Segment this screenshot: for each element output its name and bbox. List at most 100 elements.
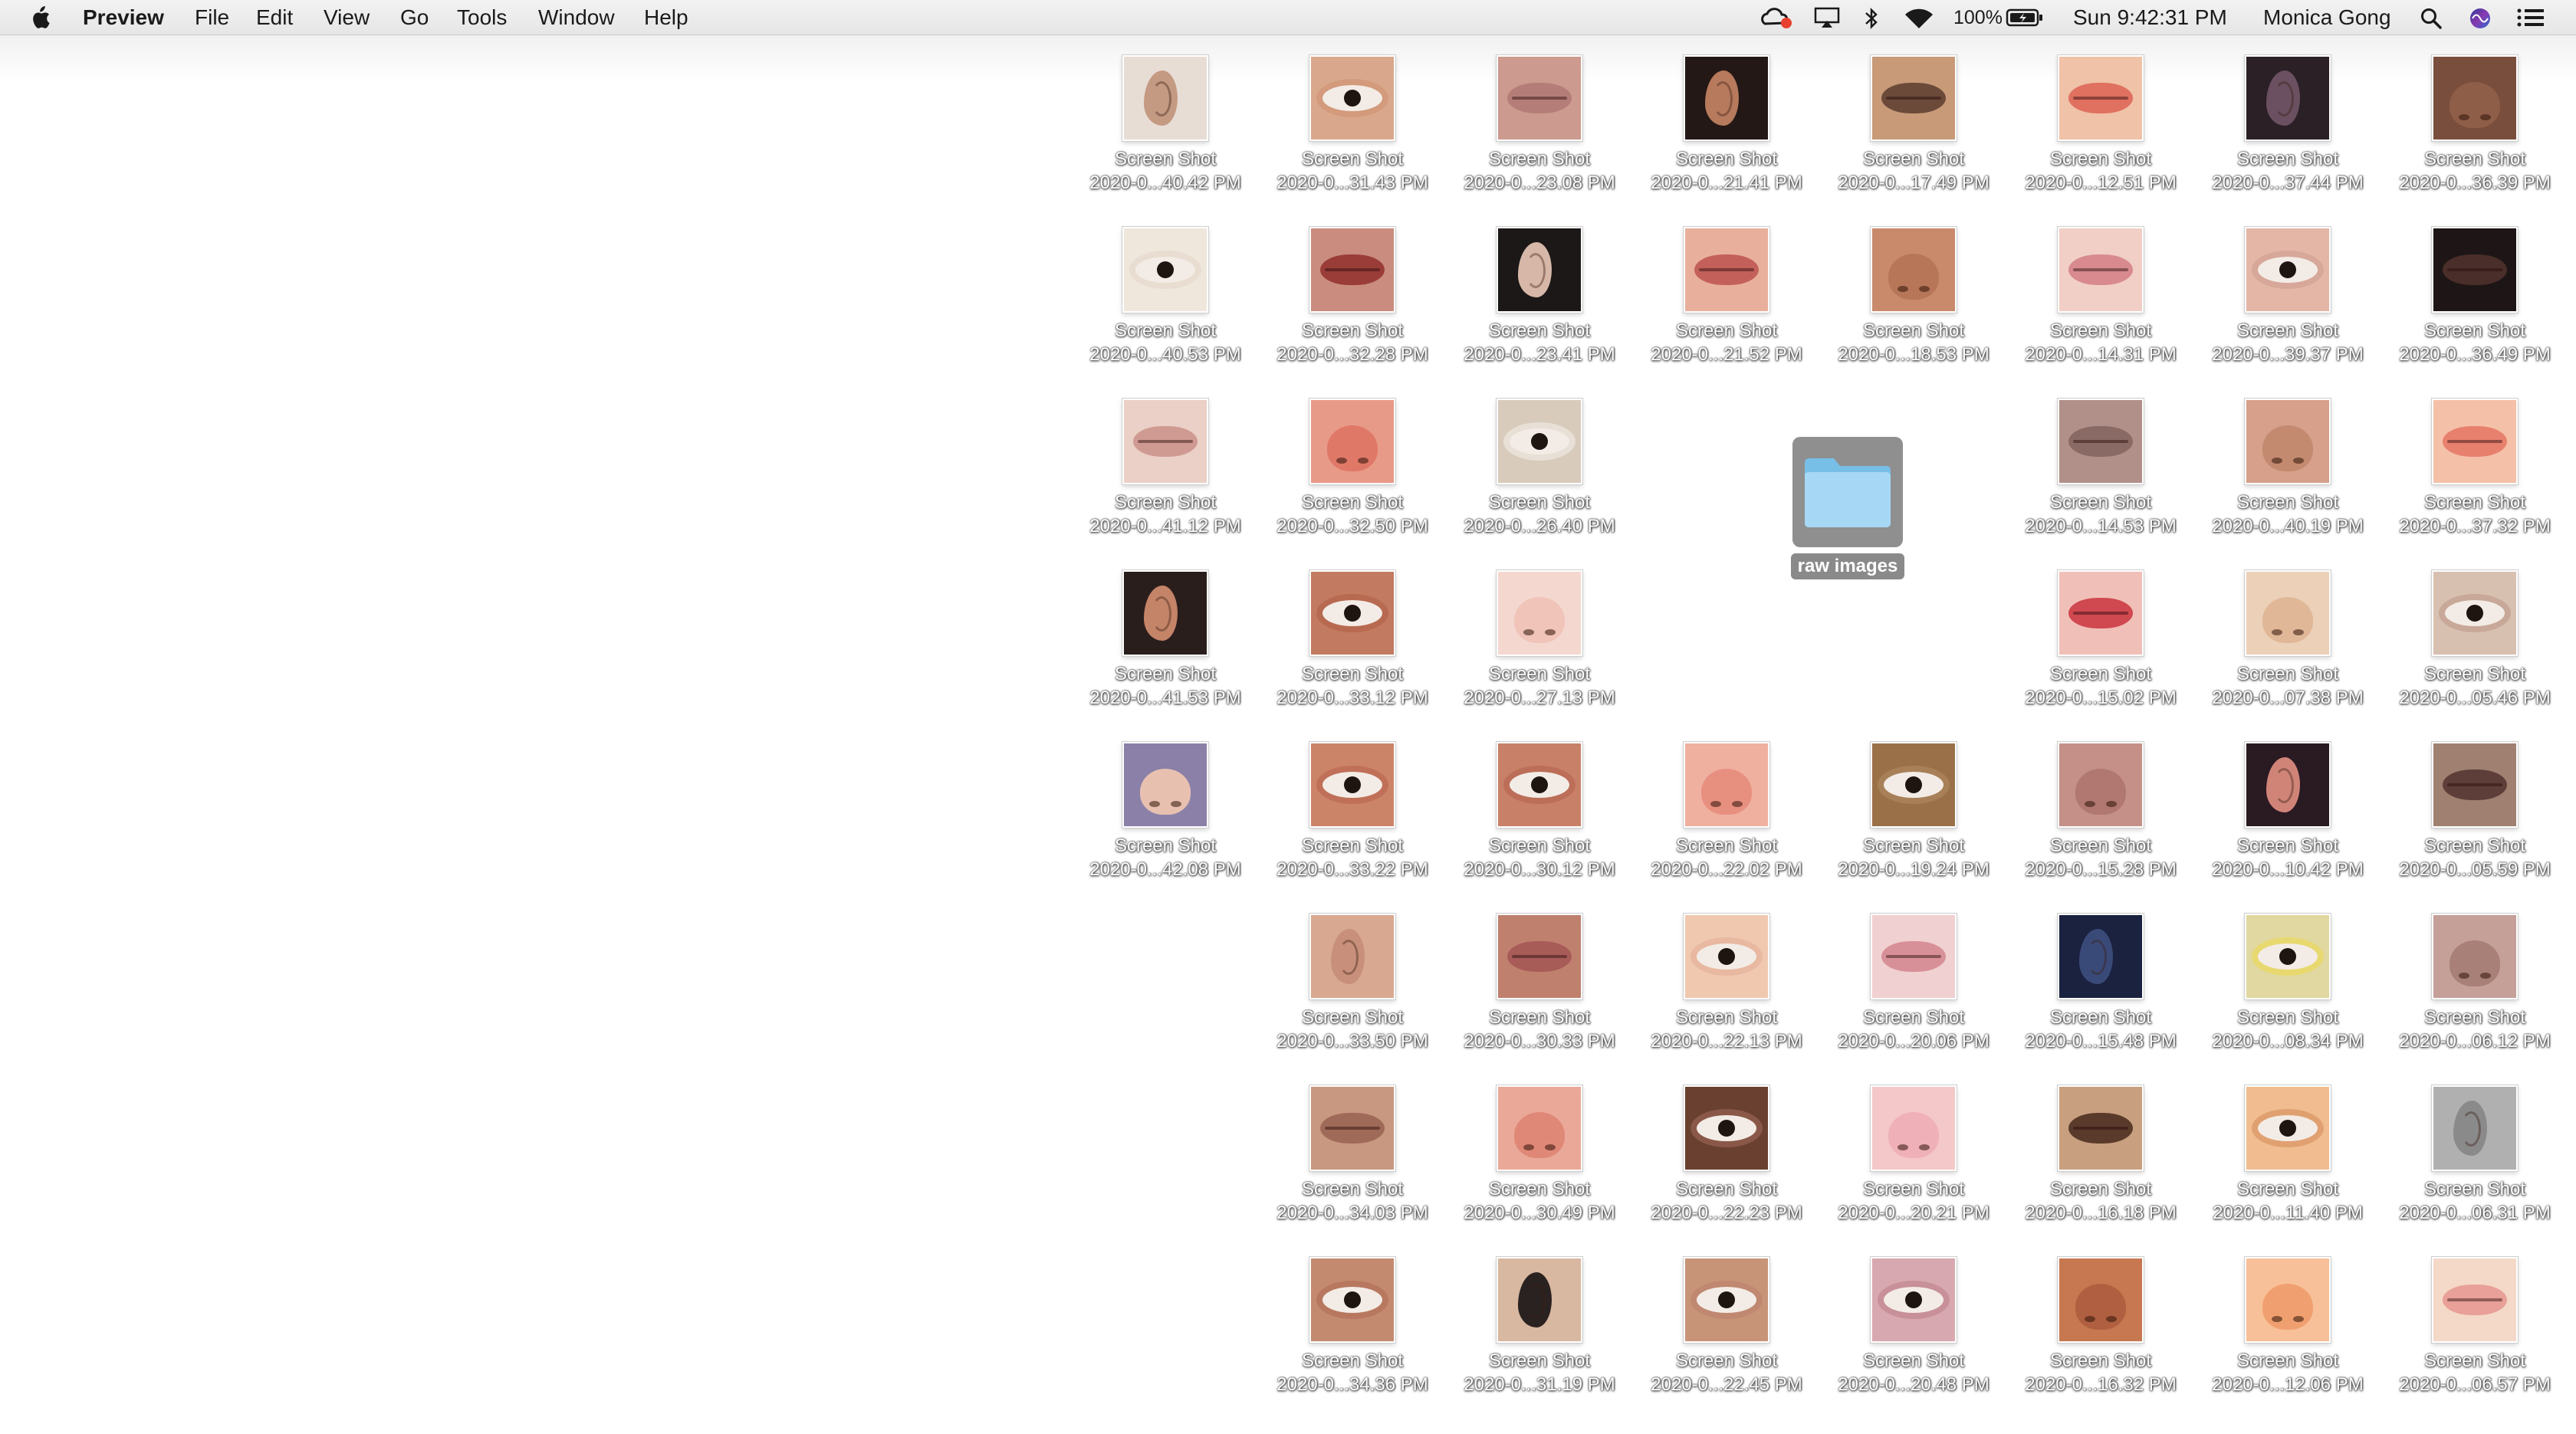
file-thumbnail: [1684, 1085, 1769, 1171]
desktop-file-icon[interactable]: Screen Shot 2020-0...37.44 PM: [2202, 43, 2374, 205]
desktop-file-icon[interactable]: Screen Shot 2020-0...08.34 PM: [2202, 901, 2374, 1064]
desktop-file-icon[interactable]: Screen Shot 2020-0...30.12 PM: [1454, 730, 1625, 892]
desktop-file-icon[interactable]: Screen Shot 2020-0...07.38 PM: [2202, 558, 2374, 720]
desktop-file-icon[interactable]: Screen Shot 2020-0...34.36 PM: [1267, 1245, 1438, 1407]
desktop-file-icon[interactable]: Screen Shot 2020-0...06.31 PM: [2389, 1073, 2561, 1235]
desktop-file-icon[interactable]: Screen Shot 2020-0...21.52 PM: [1641, 215, 1812, 377]
bluetooth-icon[interactable]: [1863, 0, 1880, 35]
file-label-line2: 2020-0...14.53 PM: [2025, 516, 2177, 537]
desktop-file-icon[interactable]: Screen Shot 2020-0...20.48 PM: [1828, 1245, 1999, 1407]
file-label-line1: Screen Shot: [1301, 664, 1404, 684]
folder-icon: [1805, 458, 1891, 527]
desktop-file-icon[interactable]: Screen Shot 2020-0...31.19 PM: [1454, 1245, 1625, 1407]
file-label: Screen Shot 2020-0...06.31 PM: [2389, 1177, 2561, 1225]
desktop-file-icon[interactable]: Screen Shot 2020-0...22.02 PM: [1641, 730, 1812, 892]
menu-edit[interactable]: Edit: [256, 0, 293, 35]
notification-center-icon[interactable]: [2516, 0, 2545, 35]
desktop-file-icon[interactable]: Screen Shot 2020-0...16.32 PM: [2015, 1245, 2187, 1407]
file-label-line1: Screen Shot: [1862, 1007, 1965, 1028]
desktop-file-icon[interactable]: Screen Shot 2020-0...42.08 PM: [1079, 730, 1251, 892]
menu-window[interactable]: Window: [538, 0, 615, 35]
apple-icon[interactable]: [29, 0, 52, 35]
nose-photo-feature: [2262, 1283, 2313, 1330]
desktop-file-icon[interactable]: Screen Shot 2020-0...30.33 PM: [1454, 901, 1625, 1064]
desktop-file-icon[interactable]: Screen Shot 2020-0...37.32 PM: [2389, 386, 2561, 549]
battery-icon[interactable]: [2006, 0, 2044, 35]
menu-go[interactable]: Go: [400, 0, 429, 35]
ear-photo-feature: [1143, 71, 1178, 126]
desktop-file-icon[interactable]: Screen Shot 2020-0...12.51 PM: [2015, 43, 2187, 205]
file-label-line1: Screen Shot: [2049, 1350, 2152, 1371]
file-label-line1: Screen Shot: [1114, 664, 1217, 684]
desktop-file-icon[interactable]: Screen Shot 2020-0...41.12 PM: [1079, 386, 1251, 549]
file-label: Screen Shot 2020-0...33.12 PM: [1267, 662, 1438, 710]
desktop-file-icon[interactable]: Screen Shot 2020-0...20.06 PM: [1828, 901, 1999, 1064]
file-label: Screen Shot 2020-0...05.46 PM: [2389, 662, 2561, 710]
wifi-icon[interactable]: [1903, 0, 1935, 35]
app-menu-preview[interactable]: Preview: [83, 0, 164, 35]
desktop-file-icon[interactable]: Screen Shot 2020-0...23.08 PM: [1454, 43, 1625, 205]
desktop-file-icon[interactable]: Screen Shot 2020-0...15.48 PM: [2015, 901, 2187, 1064]
desktop-file-icon[interactable]: Screen Shot 2020-0...40.42 PM: [1079, 43, 1251, 205]
desktop-file-icon[interactable]: Screen Shot 2020-0...10.42 PM: [2202, 730, 2374, 892]
desktop-file-icon[interactable]: Screen Shot 2020-0...06.12 PM: [2389, 901, 2561, 1064]
folder-raw-images[interactable]: raw images: [1788, 437, 1907, 582]
desktop-file-icon[interactable]: Screen Shot 2020-0...31.43 PM: [1267, 43, 1438, 205]
desktop-file-icon[interactable]: Screen Shot 2020-0...22.45 PM: [1641, 1245, 1812, 1407]
desktop-file-icon[interactable]: Screen Shot 2020-0...18.53 PM: [1828, 215, 1999, 377]
menu-tools[interactable]: Tools: [457, 0, 507, 35]
desktop-file-icon[interactable]: Screen Shot 2020-0...06.57 PM: [2389, 1245, 2561, 1407]
desktop-file-icon[interactable]: Screen Shot 2020-0...33.12 PM: [1267, 558, 1438, 720]
desktop-file-icon[interactable]: Screen Shot 2020-0...20.21 PM: [1828, 1073, 1999, 1235]
desktop-file-icon[interactable]: Screen Shot 2020-0...41.53 PM: [1079, 558, 1251, 720]
desktop-file-icon[interactable]: Screen Shot 2020-0...27.13 PM: [1454, 558, 1625, 720]
menu-help[interactable]: Help: [644, 0, 688, 35]
desktop-file-icon[interactable]: Screen Shot 2020-0...14.53 PM: [2015, 386, 2187, 549]
desktop-file-icon[interactable]: Screen Shot 2020-0...39.37 PM: [2202, 215, 2374, 377]
menu-clock[interactable]: Sun 9:42:31 PM: [2073, 0, 2227, 35]
desktop-file-icon[interactable]: Screen Shot 2020-0...32.28 PM: [1267, 215, 1438, 377]
desktop-file-icon[interactable]: Screen Shot 2020-0...34.03 PM: [1267, 1073, 1438, 1235]
eye-photo-feature: [1322, 1287, 1382, 1313]
file-label-line2: 2020-0...30.12 PM: [1464, 859, 1615, 880]
desktop-file-icon[interactable]: Screen Shot 2020-0...33.50 PM: [1267, 901, 1438, 1064]
file-label-line2: 2020-0...15.48 PM: [2025, 1031, 2177, 1052]
desktop-file-icon[interactable]: Screen Shot 2020-0...15.02 PM: [2015, 558, 2187, 720]
desktop-file-icon[interactable]: Screen Shot 2020-0...14.31 PM: [2015, 215, 2187, 377]
desktop-file-icon[interactable]: Screen Shot 2020-0...40.19 PM: [2202, 386, 2374, 549]
desktop-file-icon[interactable]: Screen Shot 2020-0...12.06 PM: [2202, 1245, 2374, 1407]
desktop-file-icon[interactable]: Screen Shot 2020-0...33.22 PM: [1267, 730, 1438, 892]
file-label-line2: 2020-0...32.50 PM: [1276, 516, 1428, 537]
user-menu[interactable]: Monica Gong: [2263, 0, 2391, 35]
file-label: Screen Shot 2020-0...11.40 PM: [2202, 1177, 2374, 1225]
file-label-line2: 2020-0...16.32 PM: [2025, 1374, 2177, 1395]
menu-view[interactable]: View: [324, 0, 370, 35]
desktop-file-icon[interactable]: Screen Shot 2020-0...11.40 PM: [2202, 1073, 2374, 1235]
desktop-file-icon[interactable]: Screen Shot 2020-0...40.53 PM: [1079, 215, 1251, 377]
file-label-line1: Screen Shot: [2423, 1350, 2526, 1371]
spotlight-icon[interactable]: [2420, 0, 2443, 35]
desktop-file-icon[interactable]: Screen Shot 2020-0...30.49 PM: [1454, 1073, 1625, 1235]
desktop-file-icon[interactable]: Screen Shot 2020-0...36.49 PM: [2389, 215, 2561, 377]
desktop-file-icon[interactable]: Screen Shot 2020-0...36.39 PM: [2389, 43, 2561, 205]
creative-cloud-icon[interactable]: [1760, 0, 1794, 35]
desktop-file-icon[interactable]: Screen Shot 2020-0...16.18 PM: [2015, 1073, 2187, 1235]
desktop-file-icon[interactable]: Screen Shot 2020-0...21.41 PM: [1641, 43, 1812, 205]
desktop-file-icon[interactable]: Screen Shot 2020-0...32.50 PM: [1267, 386, 1438, 549]
menu-file[interactable]: File: [195, 0, 229, 35]
desktop-file-icon[interactable]: Screen Shot 2020-0...19.24 PM: [1828, 730, 1999, 892]
siri-icon[interactable]: [2469, 0, 2492, 35]
desktop-file-icon[interactable]: Screen Shot 2020-0...22.23 PM: [1641, 1073, 1812, 1235]
desktop-file-icon[interactable]: Screen Shot 2020-0...15.28 PM: [2015, 730, 2187, 892]
file-label: Screen Shot 2020-0...15.48 PM: [2015, 1006, 2187, 1053]
lips-photo-feature: [1507, 941, 1572, 972]
desktop-file-icon[interactable]: Screen Shot 2020-0...05.59 PM: [2389, 730, 2561, 892]
airplay-icon[interactable]: [1814, 0, 1840, 35]
desktop-file-icon[interactable]: Screen Shot 2020-0...23.41 PM: [1454, 215, 1625, 377]
folder-label: raw images: [1791, 553, 1904, 579]
file-label: Screen Shot 2020-0...12.51 PM: [2015, 147, 2187, 195]
desktop-file-icon[interactable]: Screen Shot 2020-0...05.46 PM: [2389, 558, 2561, 720]
desktop-file-icon[interactable]: Screen Shot 2020-0...26.40 PM: [1454, 386, 1625, 549]
desktop-file-icon[interactable]: Screen Shot 2020-0...22.13 PM: [1641, 901, 1812, 1064]
desktop-file-icon[interactable]: Screen Shot 2020-0...17.49 PM: [1828, 43, 1999, 205]
